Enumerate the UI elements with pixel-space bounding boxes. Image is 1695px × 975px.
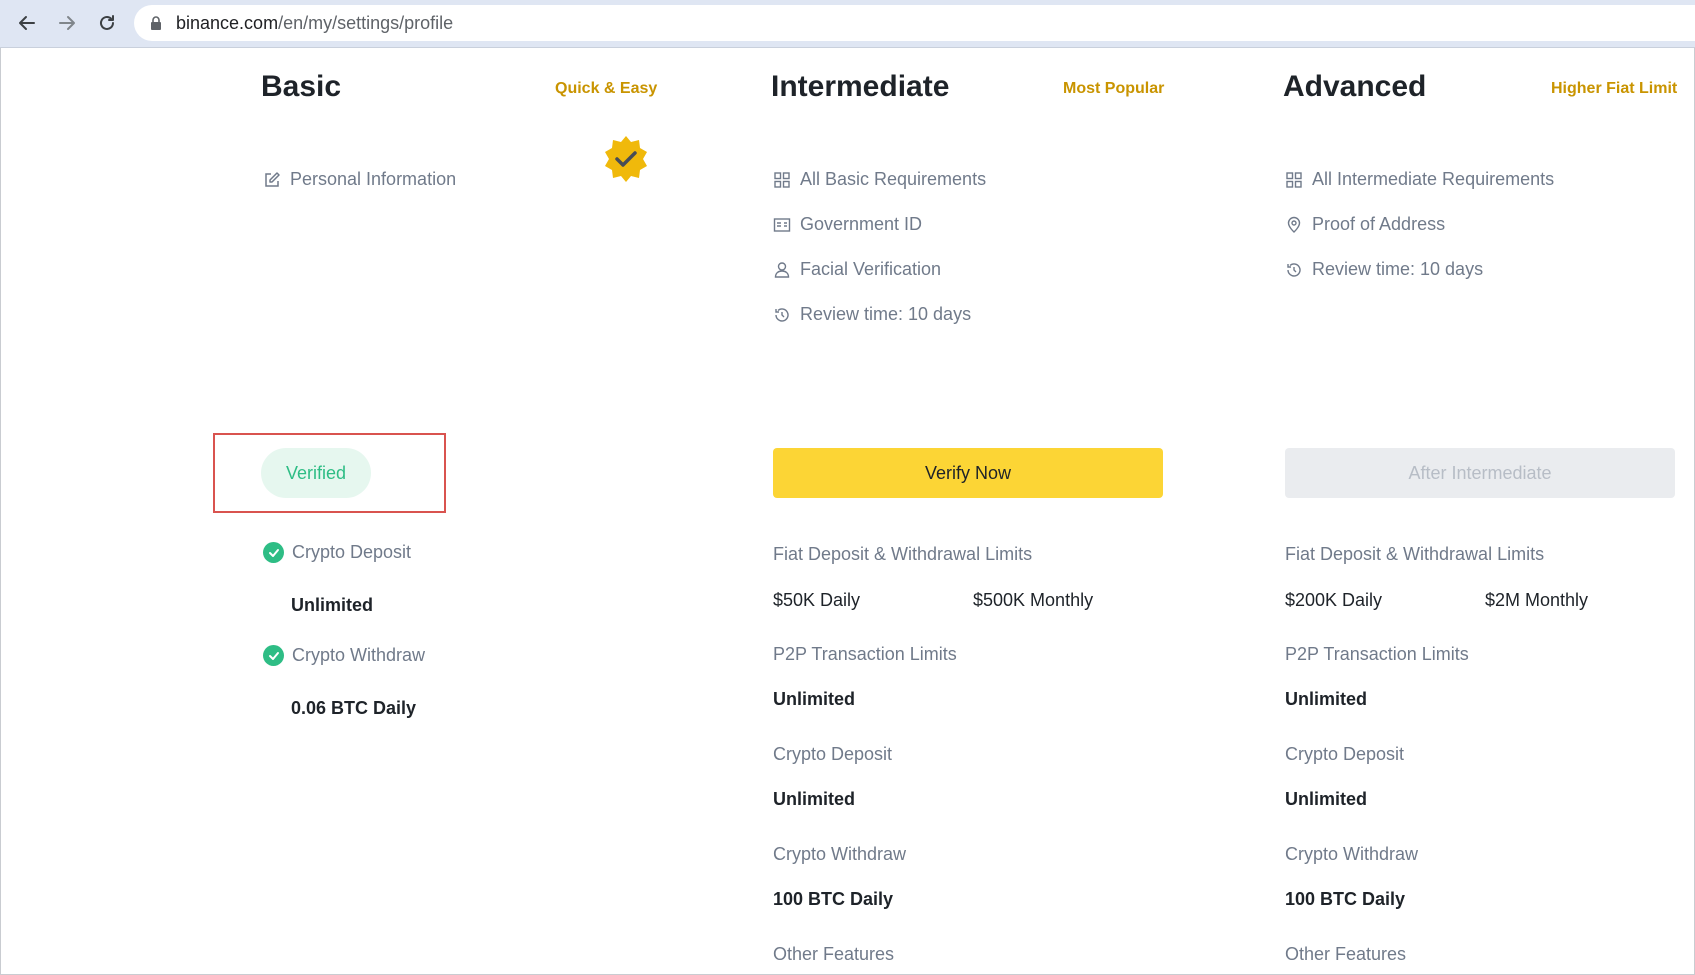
- fiat-monthly-value: $500K Monthly: [973, 590, 1094, 610]
- address-bar[interactable]: binance.com/en/my/settings/profile: [134, 5, 1695, 41]
- requirement-label: Review time: 10 days: [1312, 259, 1484, 279]
- edit-icon: [263, 171, 281, 189]
- fiat-limits-label: Fiat Deposit & Withdrawal Limits: [1285, 544, 1545, 564]
- reload-button[interactable]: [94, 10, 120, 36]
- other-features-label: Other Features: [1285, 944, 1407, 964]
- requirement-proof-of-address: Proof of Address: [1285, 214, 1445, 235]
- url-text: binance.com/en/my/settings/profile: [176, 13, 453, 34]
- browser-toolbar: binance.com/en/my/settings/profile: [0, 0, 1695, 48]
- requirement-review-time: Review time: 10 days: [1285, 259, 1483, 280]
- forward-button[interactable]: [54, 10, 80, 36]
- crypto-withdraw-label: Crypto Withdraw: [773, 844, 907, 864]
- verified-badge-icon: [605, 136, 647, 182]
- fiat-monthly-value: $2M Monthly: [1485, 590, 1589, 610]
- feature-label: Crypto Withdraw: [292, 645, 426, 665]
- crypto-deposit-value: Unlimited: [1285, 789, 1368, 809]
- feature-value: 0.06 BTC Daily: [291, 698, 417, 718]
- requirement-label: Review time: 10 days: [800, 304, 972, 324]
- kyc-levels-page: Basic Quick & Easy Personal Information …: [0, 48, 1695, 975]
- basic-tag: Quick & Easy: [555, 80, 658, 97]
- p2p-limits-label: P2P Transaction Limits: [773, 644, 957, 664]
- crypto-withdraw-value: 100 BTC Daily: [773, 889, 894, 909]
- id-card-icon: [773, 216, 791, 234]
- user-icon: [773, 261, 791, 279]
- other-features-label: Other Features: [773, 944, 895, 964]
- requirement-label: Proof of Address: [1312, 214, 1446, 234]
- requirement-review-time: Review time: 10 days: [773, 304, 971, 325]
- arrow-right-icon: [59, 16, 75, 30]
- advanced-title: Advanced: [1283, 70, 1427, 103]
- location-pin-icon: [1285, 216, 1303, 234]
- requirement-basic: All Basic Requirements: [773, 169, 986, 190]
- requirement-label: All Intermediate Requirements: [1312, 169, 1555, 189]
- p2p-limits-value: Unlimited: [1285, 689, 1368, 709]
- requirement-intermediate: All Intermediate Requirements: [1285, 169, 1554, 190]
- p2p-limits-value: Unlimited: [773, 689, 856, 709]
- requirement-label: Government ID: [800, 214, 923, 234]
- crypto-withdraw-value: 100 BTC Daily: [1285, 889, 1406, 909]
- p2p-limits-label: P2P Transaction Limits: [1285, 644, 1469, 664]
- reload-icon: [100, 15, 114, 30]
- intermediate-title: Intermediate: [771, 70, 950, 103]
- basic-title: Basic: [261, 70, 342, 103]
- crypto-deposit-label: Crypto Deposit: [1285, 744, 1405, 764]
- crypto-withdraw-label: Crypto Withdraw: [1285, 844, 1419, 864]
- check-circle-icon: [263, 645, 284, 666]
- requirement-facial-verification: Facial Verification: [773, 259, 941, 280]
- clock-history-icon: [1285, 261, 1303, 279]
- verify-now-button[interactable]: Verify Now: [773, 448, 1163, 498]
- intermediate-tag: Most Popular: [1063, 80, 1165, 97]
- arrow-left-icon: [19, 16, 35, 30]
- fiat-daily-value: $50K Daily: [773, 590, 861, 610]
- requirement-label: Facial Verification: [800, 259, 942, 279]
- requirement-label: All Basic Requirements: [800, 169, 987, 189]
- requirement-government-id: Government ID: [773, 214, 922, 235]
- crypto-deposit-label: Crypto Deposit: [773, 744, 893, 764]
- url-host: binance.com: [176, 12, 279, 33]
- fiat-daily-value: $200K Daily: [1285, 590, 1383, 610]
- clock-history-icon: [773, 306, 791, 324]
- crypto-deposit-value: Unlimited: [773, 789, 856, 809]
- fiat-limits-label: Fiat Deposit & Withdrawal Limits: [773, 544, 1033, 564]
- feature-crypto-withdraw: Crypto Withdraw: [263, 645, 425, 666]
- grid-icon: [773, 171, 791, 189]
- requirement-personal-information: Personal Information: [263, 169, 456, 190]
- requirement-label: Personal Information: [290, 169, 457, 189]
- advanced-tag: Higher Fiat Limit: [1551, 80, 1678, 97]
- feature-value: Unlimited: [291, 595, 374, 615]
- feature-crypto-deposit: Crypto Deposit: [263, 542, 411, 563]
- after-intermediate-button[interactable]: After Intermediate: [1285, 448, 1675, 498]
- check-circle-icon: [263, 542, 284, 563]
- verified-status-badge: Verified: [261, 448, 371, 498]
- grid-icon: [1285, 171, 1303, 189]
- lock-icon: [150, 16, 162, 30]
- back-button[interactable]: [14, 10, 40, 36]
- url-path: /en/my/settings/profile: [278, 12, 454, 33]
- feature-label: Crypto Deposit: [292, 542, 412, 562]
